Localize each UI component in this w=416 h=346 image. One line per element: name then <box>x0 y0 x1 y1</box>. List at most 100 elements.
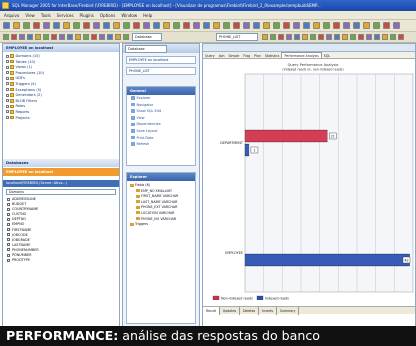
toolbar-icon[interactable] <box>326 34 332 40</box>
toolbar-icon[interactable] <box>133 22 140 29</box>
toolbar-icon[interactable] <box>23 22 30 29</box>
task-link[interactable]: Show SQL Edit <box>127 108 195 115</box>
toolbar-icon[interactable] <box>342 34 348 40</box>
tree-node[interactable]: Projects <box>6 116 116 122</box>
toolbar-icon[interactable] <box>103 22 110 29</box>
toolbar-icon[interactable] <box>363 22 370 29</box>
task-link[interactable]: Navigator <box>127 102 195 109</box>
menu-item[interactable]: Services <box>57 13 74 18</box>
selected-database[interactable]: EMPLOYEE on localhost <box>3 168 119 176</box>
expand-icon[interactable] <box>6 93 9 97</box>
expand-icon[interactable] <box>6 116 9 120</box>
expand-icon[interactable] <box>6 54 9 58</box>
navigator-combo[interactable]: Database <box>125 45 167 53</box>
expand-icon[interactable] <box>6 88 9 92</box>
toolbar-icon[interactable] <box>318 34 324 40</box>
toolbar-icon[interactable] <box>383 22 390 29</box>
toolbar-icon[interactable] <box>115 34 121 40</box>
toolbar-icon[interactable] <box>107 34 113 40</box>
toolbar-icon[interactable] <box>43 34 49 40</box>
expand-icon[interactable] <box>6 99 9 103</box>
result-tab-deletes[interactable]: Deletes <box>240 307 260 315</box>
triggers-node[interactable]: Triggers <box>130 222 192 228</box>
toolbar-icon[interactable] <box>333 22 340 29</box>
checkbox-icon[interactable] <box>7 197 10 201</box>
toolbar-icon[interactable] <box>286 34 292 40</box>
toolbar-icon[interactable] <box>294 34 300 40</box>
toolbar-icon[interactable] <box>27 34 33 40</box>
expand-icon[interactable] <box>6 76 9 80</box>
toolbar-icon[interactable] <box>43 22 50 29</box>
toolbar-icon[interactable] <box>233 22 240 29</box>
toolbar-icon[interactable] <box>193 22 200 29</box>
toolbar-icon[interactable] <box>183 22 190 29</box>
toolbar-icon[interactable] <box>113 22 120 29</box>
toolbar-icon[interactable] <box>390 34 396 40</box>
toolbar-icon[interactable] <box>374 34 380 40</box>
checkbox-icon[interactable] <box>7 228 10 232</box>
toolbar-icon[interactable] <box>163 22 170 29</box>
task-link[interactable]: Dependencies <box>127 121 195 128</box>
checkbox-icon[interactable] <box>7 217 10 221</box>
table-combo[interactable]: PHONE_LIST <box>216 33 258 41</box>
toolbar-icon[interactable] <box>253 22 260 29</box>
toolbar-icon[interactable] <box>91 34 97 40</box>
toolbar-icon[interactable] <box>302 34 308 40</box>
result-tab-summary[interactable]: Summary <box>277 307 300 315</box>
toolbar-icon[interactable] <box>273 22 280 29</box>
menu-item[interactable]: Tools <box>41 13 51 18</box>
toolbar-icon[interactable] <box>293 22 300 29</box>
toolbar-icon[interactable] <box>63 22 70 29</box>
checkbox-icon[interactable] <box>7 253 10 257</box>
result-tab-updates[interactable]: Updates <box>220 307 241 315</box>
toolbar-icon[interactable] <box>243 22 250 29</box>
result-tab-result[interactable]: Result <box>203 307 220 315</box>
checkbox-icon[interactable] <box>7 202 10 206</box>
menu-item[interactable]: View <box>25 13 35 18</box>
checkbox-icon[interactable] <box>7 243 10 247</box>
toolbar-icon[interactable] <box>73 22 80 29</box>
checkbox-icon[interactable] <box>7 207 10 211</box>
tab-flag[interactable]: Flag <box>241 53 252 58</box>
toolbar-icon[interactable] <box>223 22 230 29</box>
checkbox-icon[interactable] <box>7 258 10 262</box>
database-combo[interactable]: Database <box>132 33 162 41</box>
menu-item[interactable]: Help <box>143 13 152 18</box>
toolbar-icon[interactable] <box>33 22 40 29</box>
toolbar-icon[interactable] <box>75 34 81 40</box>
checkbox-icon[interactable] <box>7 212 10 216</box>
menu-item[interactable]: Window <box>121 13 137 18</box>
toolbar-icon[interactable] <box>303 22 310 29</box>
task-link[interactable]: Print Data <box>127 135 195 142</box>
menu-item[interactable]: Plugins <box>80 13 94 18</box>
task-link[interactable]: View <box>127 115 195 122</box>
toolbar-icon[interactable] <box>313 22 320 29</box>
toolbar-icon[interactable] <box>350 34 356 40</box>
object-type-select[interactable]: Domains <box>6 189 116 195</box>
toolbar-icon[interactable] <box>366 34 372 40</box>
task-link[interactable]: Refresh <box>127 141 195 148</box>
toolbar-icon[interactable] <box>99 34 105 40</box>
toolbar-icon[interactable] <box>53 22 60 29</box>
object-row-table[interactable]: PHONE_LIST <box>126 67 196 75</box>
task-link[interactable]: Save Layout <box>127 128 195 135</box>
toolbar-icon[interactable] <box>283 22 290 29</box>
checkbox-icon[interactable] <box>7 233 10 237</box>
result-tab-inserts[interactable]: Inserts <box>259 307 278 315</box>
expand-icon[interactable] <box>6 71 9 75</box>
tab-performance-analysis[interactable]: Performance Analysis <box>281 52 322 58</box>
toolbar-icon[interactable] <box>278 34 284 40</box>
expand-icon[interactable] <box>6 110 9 114</box>
expand-icon[interactable] <box>6 60 9 64</box>
checkbox-icon[interactable] <box>7 248 10 252</box>
toolbar-icon[interactable] <box>67 34 73 40</box>
toolbar-icon[interactable] <box>83 34 89 40</box>
checkbox-icon[interactable] <box>7 238 10 242</box>
toolbar-icon[interactable] <box>353 22 360 29</box>
tab-sql[interactable]: SQL <box>322 53 332 58</box>
toolbar-icon[interactable] <box>310 34 316 40</box>
toolbar-icon[interactable] <box>373 22 380 29</box>
expand-icon[interactable] <box>6 65 9 69</box>
tab-join[interactable]: Join <box>217 53 227 58</box>
toolbar-icon[interactable] <box>263 22 270 29</box>
